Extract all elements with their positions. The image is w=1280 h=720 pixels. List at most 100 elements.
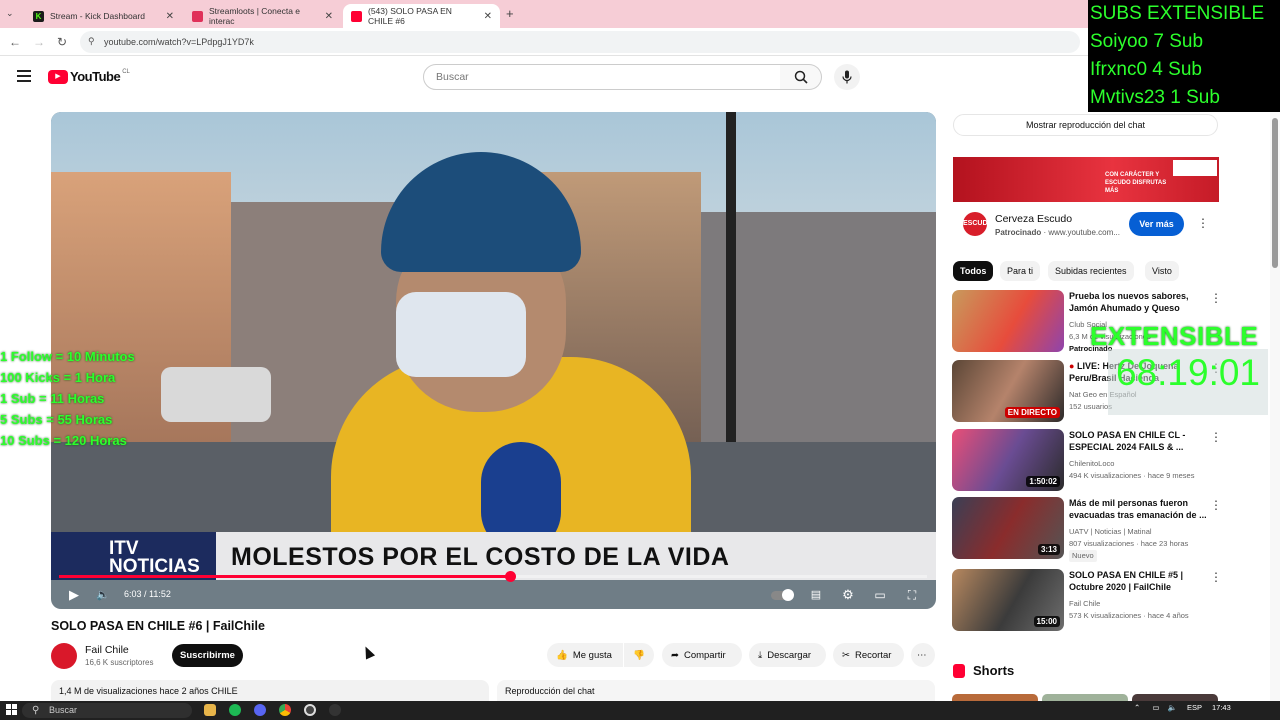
fullscreen-icon[interactable]: ⛶ [903,586,921,604]
more-vertical-icon[interactable]: ⋮ [1210,292,1222,304]
chip-para-ti[interactable]: Para ti [1000,261,1041,281]
tab-label: Streamloots | Conecta e interac [209,6,301,26]
volume-icon[interactable]: 🔈 [1168,703,1177,712]
thumbs-down-icon: 👎 [633,649,645,661]
rec-channel[interactable]: Fail Chile [1069,598,1100,610]
close-icon[interactable]: ✕ [325,11,333,22]
language-indicator[interactable]: ESP [1187,703,1202,712]
recommended-video[interactable]: 15:00 SOLO PASA EN CHILE #5 | Octubre 20… [952,569,1222,633]
tab-streamloots[interactable]: Streamloots | Conecta e interac ✕ [184,4,341,28]
chrome-icon[interactable] [279,704,291,716]
network-icon[interactable]: ▭ [1152,703,1159,712]
ad-sponsor-line: Patrocinado · www.youtube.com... [995,228,1120,237]
video-time: 6:03 / 11:52 [124,589,171,599]
tab-label: Stream - Kick Dashboard [50,11,145,21]
rec-meta: 573 K visualizaciones · hace 4 años [1069,611,1189,620]
theater-mode-icon[interactable]: ▭ [871,586,889,604]
ad-banner-image[interactable]: CON CARÁCTER Y ESCUDO DISFRUTAS MÁS [953,157,1219,202]
mouse-cursor-icon [360,644,376,660]
taskbar-clock[interactable]: 17:43 [1212,703,1231,712]
site-info-icon[interactable]: ⚲ [88,36,95,47]
rec-channel[interactable]: ChilenitoLoco [1069,458,1114,470]
clip-button[interactable]: ✂ Recortar [833,643,904,667]
play-icon[interactable]: ▶ [65,586,83,604]
windows-taskbar [0,701,1280,720]
dislike-button[interactable]: 👎 [624,643,654,667]
show-chat-replay-button[interactable]: Mostrar reproducción del chat [953,114,1218,136]
subscribe-button[interactable]: Suscribirme [172,644,243,667]
video-thumbnail[interactable]: 1:50:02 [952,429,1064,491]
video-progress-fill [59,575,511,578]
shorts-heading: Shorts [973,663,1015,678]
more-actions-button[interactable]: ⋯ [911,643,935,667]
close-icon[interactable]: ✕ [484,11,492,22]
search-button[interactable] [780,64,822,90]
windows-start-icon[interactable] [6,704,17,715]
file-explorer-icon[interactable] [204,704,216,716]
volume-icon[interactable]: 🔈 [94,586,112,604]
ad-more-icon[interactable]: ⋮ [1197,216,1209,230]
close-icon[interactable]: ✕ [166,11,174,22]
rec-title[interactable]: SOLO PASA EN CHILE CL - ESPECIAL 2024 FA… [1069,429,1209,453]
new-tab-button[interactable]: + [506,6,514,21]
app-icon[interactable] [329,704,341,716]
more-vertical-icon[interactable]: ⋮ [1210,571,1222,583]
voice-search-button[interactable] [834,64,860,90]
ad-cta-button[interactable]: Ver más [1129,212,1184,236]
obs-icon[interactable] [304,704,316,716]
like-button[interactable]: 👍 Me gusta [547,643,623,667]
taskbar-search[interactable]: ⚲ Buscar [22,703,192,718]
back-arrow-icon[interactable]: ← [7,34,23,50]
channel-avatar[interactable] [51,643,77,669]
video-player[interactable]: ITV NOTICIAS MOLESTOS POR EL COSTO DE LA … [51,112,936,609]
download-label: Descargar [767,649,812,661]
rec-title[interactable]: Más de mil personas fueron evacuadas tra… [1069,497,1209,521]
recommended-video[interactable]: 3:13 Más de mil personas fueron evacuada… [952,497,1222,562]
video-duration: 3:13 [1037,544,1060,555]
like-label: Me gusta [572,649,612,661]
share-arrow-icon: ➦ [671,649,679,661]
url-input[interactable]: ⚲ youtube.com/watch?v=LPdpgJ1YD7k [80,31,1080,53]
tray-chevron-icon[interactable]: ⌃ [1134,703,1140,712]
share-button[interactable]: ➦ Compartir [662,643,742,667]
channel-name[interactable]: Fail Chile [85,644,129,656]
logo-country: CL [122,68,130,75]
video-thumbnail[interactable]: 15:00 [952,569,1064,631]
search-input[interactable]: Buscar [423,64,781,90]
recommended-video[interactable]: 1:50:02 SOLO PASA EN CHILE CL - ESPECIAL… [952,429,1222,493]
youtube-play-logo-icon: ▶ [48,69,68,84]
ad-domain: www.youtube.com... [1048,228,1120,237]
ad-title[interactable]: Cerveza Escudo [995,213,1072,225]
rec-title[interactable]: SOLO PASA EN CHILE #5 | Octubre 2020 | F… [1069,569,1209,593]
rec-channel[interactable]: UATV | Noticias | Matinal [1069,526,1152,538]
spotify-icon[interactable] [229,704,241,716]
autoplay-toggle-icon[interactable] [771,586,795,604]
subtitles-icon[interactable]: ▤ [807,586,825,604]
rule-line: 10 Subs = 120 Horas [0,433,127,448]
youtube-logo[interactable]: ▶ YouTube CL [48,69,130,84]
tab-search-chevron-icon[interactable]: ⌄ [6,8,14,19]
ad-logo[interactable]: ESCUDO [963,212,993,236]
reload-icon[interactable]: ↻ [54,34,70,50]
menu-hamburger-icon[interactable] [17,70,31,82]
chip-todos[interactable]: Todos [953,261,994,281]
forward-arrow-icon[interactable]: → [31,34,47,50]
download-button[interactable]: ⤓ Descargar [749,643,826,667]
search-icon [794,70,808,84]
more-vertical-icon[interactable]: ⋮ [1210,499,1222,511]
settings-gear-icon[interactable]: ⚙ [839,586,857,604]
more-vertical-icon[interactable]: ⋮ [1210,431,1222,443]
taskbar-search-label: Buscar [49,705,78,715]
chip-visto[interactable]: Visto [1145,261,1179,281]
tab-kick-dashboard[interactable]: K Stream - Kick Dashboard ✕ [25,4,182,28]
chip-subidas-recientes[interactable]: Subidas recientes [1048,261,1134,281]
video-thumbnail[interactable]: 3:13 [952,497,1064,559]
video-thumbnail[interactable] [952,290,1064,352]
video-thumbnail[interactable]: EN DIRECTO [952,360,1064,422]
rec-title[interactable]: Prueba los nuevos sabores, Jamón Ahumado… [1069,290,1209,314]
tab-youtube-active[interactable]: (543) SOLO PASA EN CHILE #6 ✕ [343,4,500,28]
scrollbar-thumb[interactable] [1272,118,1278,268]
live-badge: EN DIRECTO [1004,407,1060,418]
video-progress-bar[interactable] [59,575,927,578]
discord-icon[interactable] [254,704,266,716]
